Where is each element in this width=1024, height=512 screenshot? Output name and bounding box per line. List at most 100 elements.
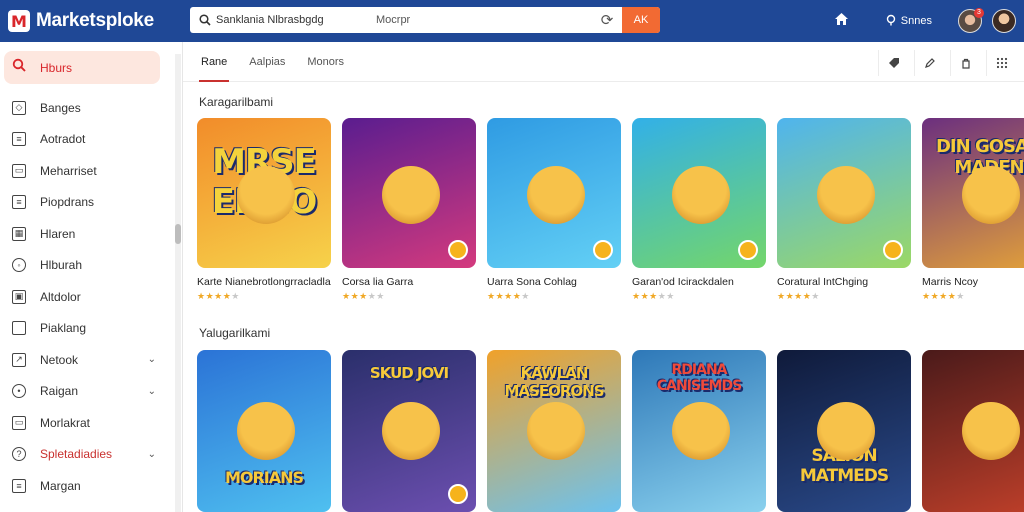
game-title: Karte Nianebrotlongrracladlam — [197, 276, 331, 288]
sidebar-item-hlburah[interactable]: ◦ Hlburah — [0, 250, 174, 282]
game-thumbnail[interactable] — [487, 118, 621, 268]
grid-icon[interactable] — [986, 50, 1016, 76]
sidebar-item-piopdrans[interactable]: ≡ Piopdrans — [0, 187, 174, 219]
game-card[interactable]: MRSE ENGO Karte Nianebrotlongrracladlam … — [197, 118, 331, 302]
game-card[interactable]: MORIANS — [197, 350, 331, 512]
badge-icon — [448, 240, 468, 260]
user-menu[interactable]: Snnes — [885, 14, 932, 29]
logo-icon: M — [8, 10, 30, 32]
game-row: MRSE ENGO Karte Nianebrotlongrracladlam … — [197, 118, 1024, 302]
notification-badge: 3 — [974, 8, 984, 18]
game-card[interactable]: SKUD JOVI — [342, 350, 476, 512]
section-title: Karagarilbami — [199, 95, 274, 109]
game-card[interactable]: KAWLAN MASEORONS — [487, 350, 621, 512]
help-icon: ? — [12, 447, 26, 462]
game-thumbnail[interactable] — [922, 350, 1024, 512]
character-art — [962, 401, 1021, 460]
sidebar-item-hlaren[interactable]: ▦ Hlaren — [0, 218, 174, 250]
search-input[interactable]: Sanklania Nlbrasbgdg — [216, 14, 366, 26]
sidebar-item-label: Raigan — [40, 384, 79, 399]
game-card[interactable]: Uarra Sona Cohlag ★★★★★ — [487, 118, 621, 302]
game-thumbnail[interactable]: SKUD JOVI — [342, 350, 476, 512]
game-title: Marris Ncoy — [922, 276, 979, 288]
tag-icon: ◇ — [12, 100, 26, 115]
sidebar-item-banges[interactable]: ◇ Banges — [0, 92, 174, 124]
badge-icon — [738, 240, 758, 260]
avatar-notifications[interactable]: 3 — [958, 8, 984, 33]
sidebar-item-label: Piaklang — [40, 321, 87, 336]
star-rating: ★★★★★ — [777, 291, 820, 301]
scrollbar-thumb[interactable] — [175, 224, 181, 244]
game-card[interactable]: SALION MATMEDS — [777, 350, 911, 512]
tab-rane[interactable]: Rane — [198, 42, 230, 82]
sidebar-scrollbar[interactable] — [175, 54, 181, 512]
sidebar-item-spletadiadies[interactable]: ? Spletadiadies ⌄ — [0, 439, 174, 471]
square-icon — [12, 321, 26, 336]
game-thumbnail[interactable] — [342, 118, 476, 268]
chevron-down-icon[interactable]: ⌄ — [148, 386, 156, 397]
game-thumbnail[interactable]: RDIANA CANISEMDS — [632, 350, 766, 512]
avatar[interactable] — [992, 9, 1016, 33]
star-rating: ★★★★★ — [342, 291, 385, 301]
lines-icon: ≡ — [12, 195, 26, 210]
game-thumbnail[interactable]: DIN GOSAN MADEN — [922, 118, 1024, 268]
game-card[interactable]: DIN GOSAN MADEN Marris Ncoy ★★★★★ — [922, 118, 1024, 302]
chat-icon: ▭ — [12, 415, 26, 430]
game-thumbnail[interactable]: SALION MATMEDS — [777, 350, 911, 512]
sidebar-item-raigan[interactable]: • Raigan ⌄ — [0, 376, 174, 408]
badge-icon — [593, 240, 613, 260]
game-card[interactable]: Coratural IntChging ★★★★★ — [777, 118, 911, 302]
sidebar-item-piaklang[interactable]: Piaklang — [0, 313, 174, 345]
sidebar-item-label: Hlaren — [40, 226, 76, 241]
chevron-down-icon[interactable]: ⌄ — [148, 449, 156, 460]
sidebar-item-label: Hburs — [40, 60, 73, 75]
thumbnail-art-text: SKUD JOVI — [369, 364, 449, 382]
chevron-down-icon[interactable]: ⌄ — [148, 354, 156, 365]
game-card[interactable] — [922, 350, 1024, 512]
section-title: Yalugarilkami — [199, 326, 271, 340]
top-bar: M Marketsploke Sanklania Nlbrasbgdg Mocr… — [0, 0, 1024, 42]
chart-icon: ↗ — [12, 352, 26, 367]
game-thumbnail[interactable]: MORIANS — [197, 350, 331, 512]
tab-bar: Rane Aalpias Monors — [183, 42, 1024, 82]
badge-icon — [448, 484, 468, 504]
sidebar-item-label: Aotradot — [40, 132, 86, 147]
character-art — [382, 401, 441, 460]
character-art — [672, 166, 731, 224]
search-filter-input[interactable]: Mocrpr — [376, 14, 596, 26]
app-logo[interactable]: M Marketsploke — [8, 10, 178, 32]
sidebar-item-meharriset[interactable]: ▭ Meharriset — [0, 155, 174, 187]
bag-icon[interactable] — [950, 50, 980, 76]
search-icon — [12, 58, 30, 77]
sidebar-item-margan[interactable]: ≡ Margan — [0, 470, 174, 502]
edit-icon[interactable] — [914, 50, 944, 76]
sidebar-item-active[interactable]: Hburs — [4, 51, 160, 84]
game-card[interactable]: Corsa lia Garra ★★★★★ — [342, 118, 476, 302]
sidebar-item-label: Altdolor — [40, 289, 81, 304]
sidebar-item-altdolor[interactable]: ▣ Altdolor — [0, 281, 174, 313]
game-thumbnail[interactable] — [777, 118, 911, 268]
game-card[interactable]: Garan'od Icirackdalen ★★★★★ — [632, 118, 766, 302]
sidebar-item-aotradot[interactable]: ≡ Aotradot — [0, 124, 174, 156]
game-thumbnail[interactable]: MRSE ENGO — [197, 118, 331, 268]
image-icon: ▣ — [12, 289, 26, 304]
game-thumbnail[interactable]: KAWLAN MASEORONS — [487, 350, 621, 512]
refresh-icon[interactable]: ⟳ — [596, 11, 618, 29]
character-art — [527, 401, 586, 460]
game-thumbnail[interactable] — [632, 118, 766, 268]
sidebar-item-morlakrat[interactable]: ▭ Morlakrat — [0, 407, 174, 439]
sidebar-item-label: Piopdrans — [40, 195, 95, 210]
search-button[interactable]: AK — [622, 7, 660, 33]
tab-monors[interactable]: Monors — [307, 42, 344, 82]
tab-aalpias[interactable]: Aalpias — [249, 42, 285, 82]
game-card[interactable]: RDIANA CANISEMDS — [632, 350, 766, 512]
character-art — [817, 166, 876, 224]
character-art — [817, 401, 876, 460]
document-icon: ▭ — [12, 163, 26, 178]
tag-icon[interactable] — [878, 50, 908, 76]
sidebar-item-netook[interactable]: ↗ Netook ⌄ — [0, 344, 174, 376]
sidebar-item-label: Morlakrat — [40, 415, 91, 430]
home-icon[interactable] — [834, 11, 849, 31]
character-art — [237, 401, 296, 460]
person-icon: • — [12, 384, 26, 399]
